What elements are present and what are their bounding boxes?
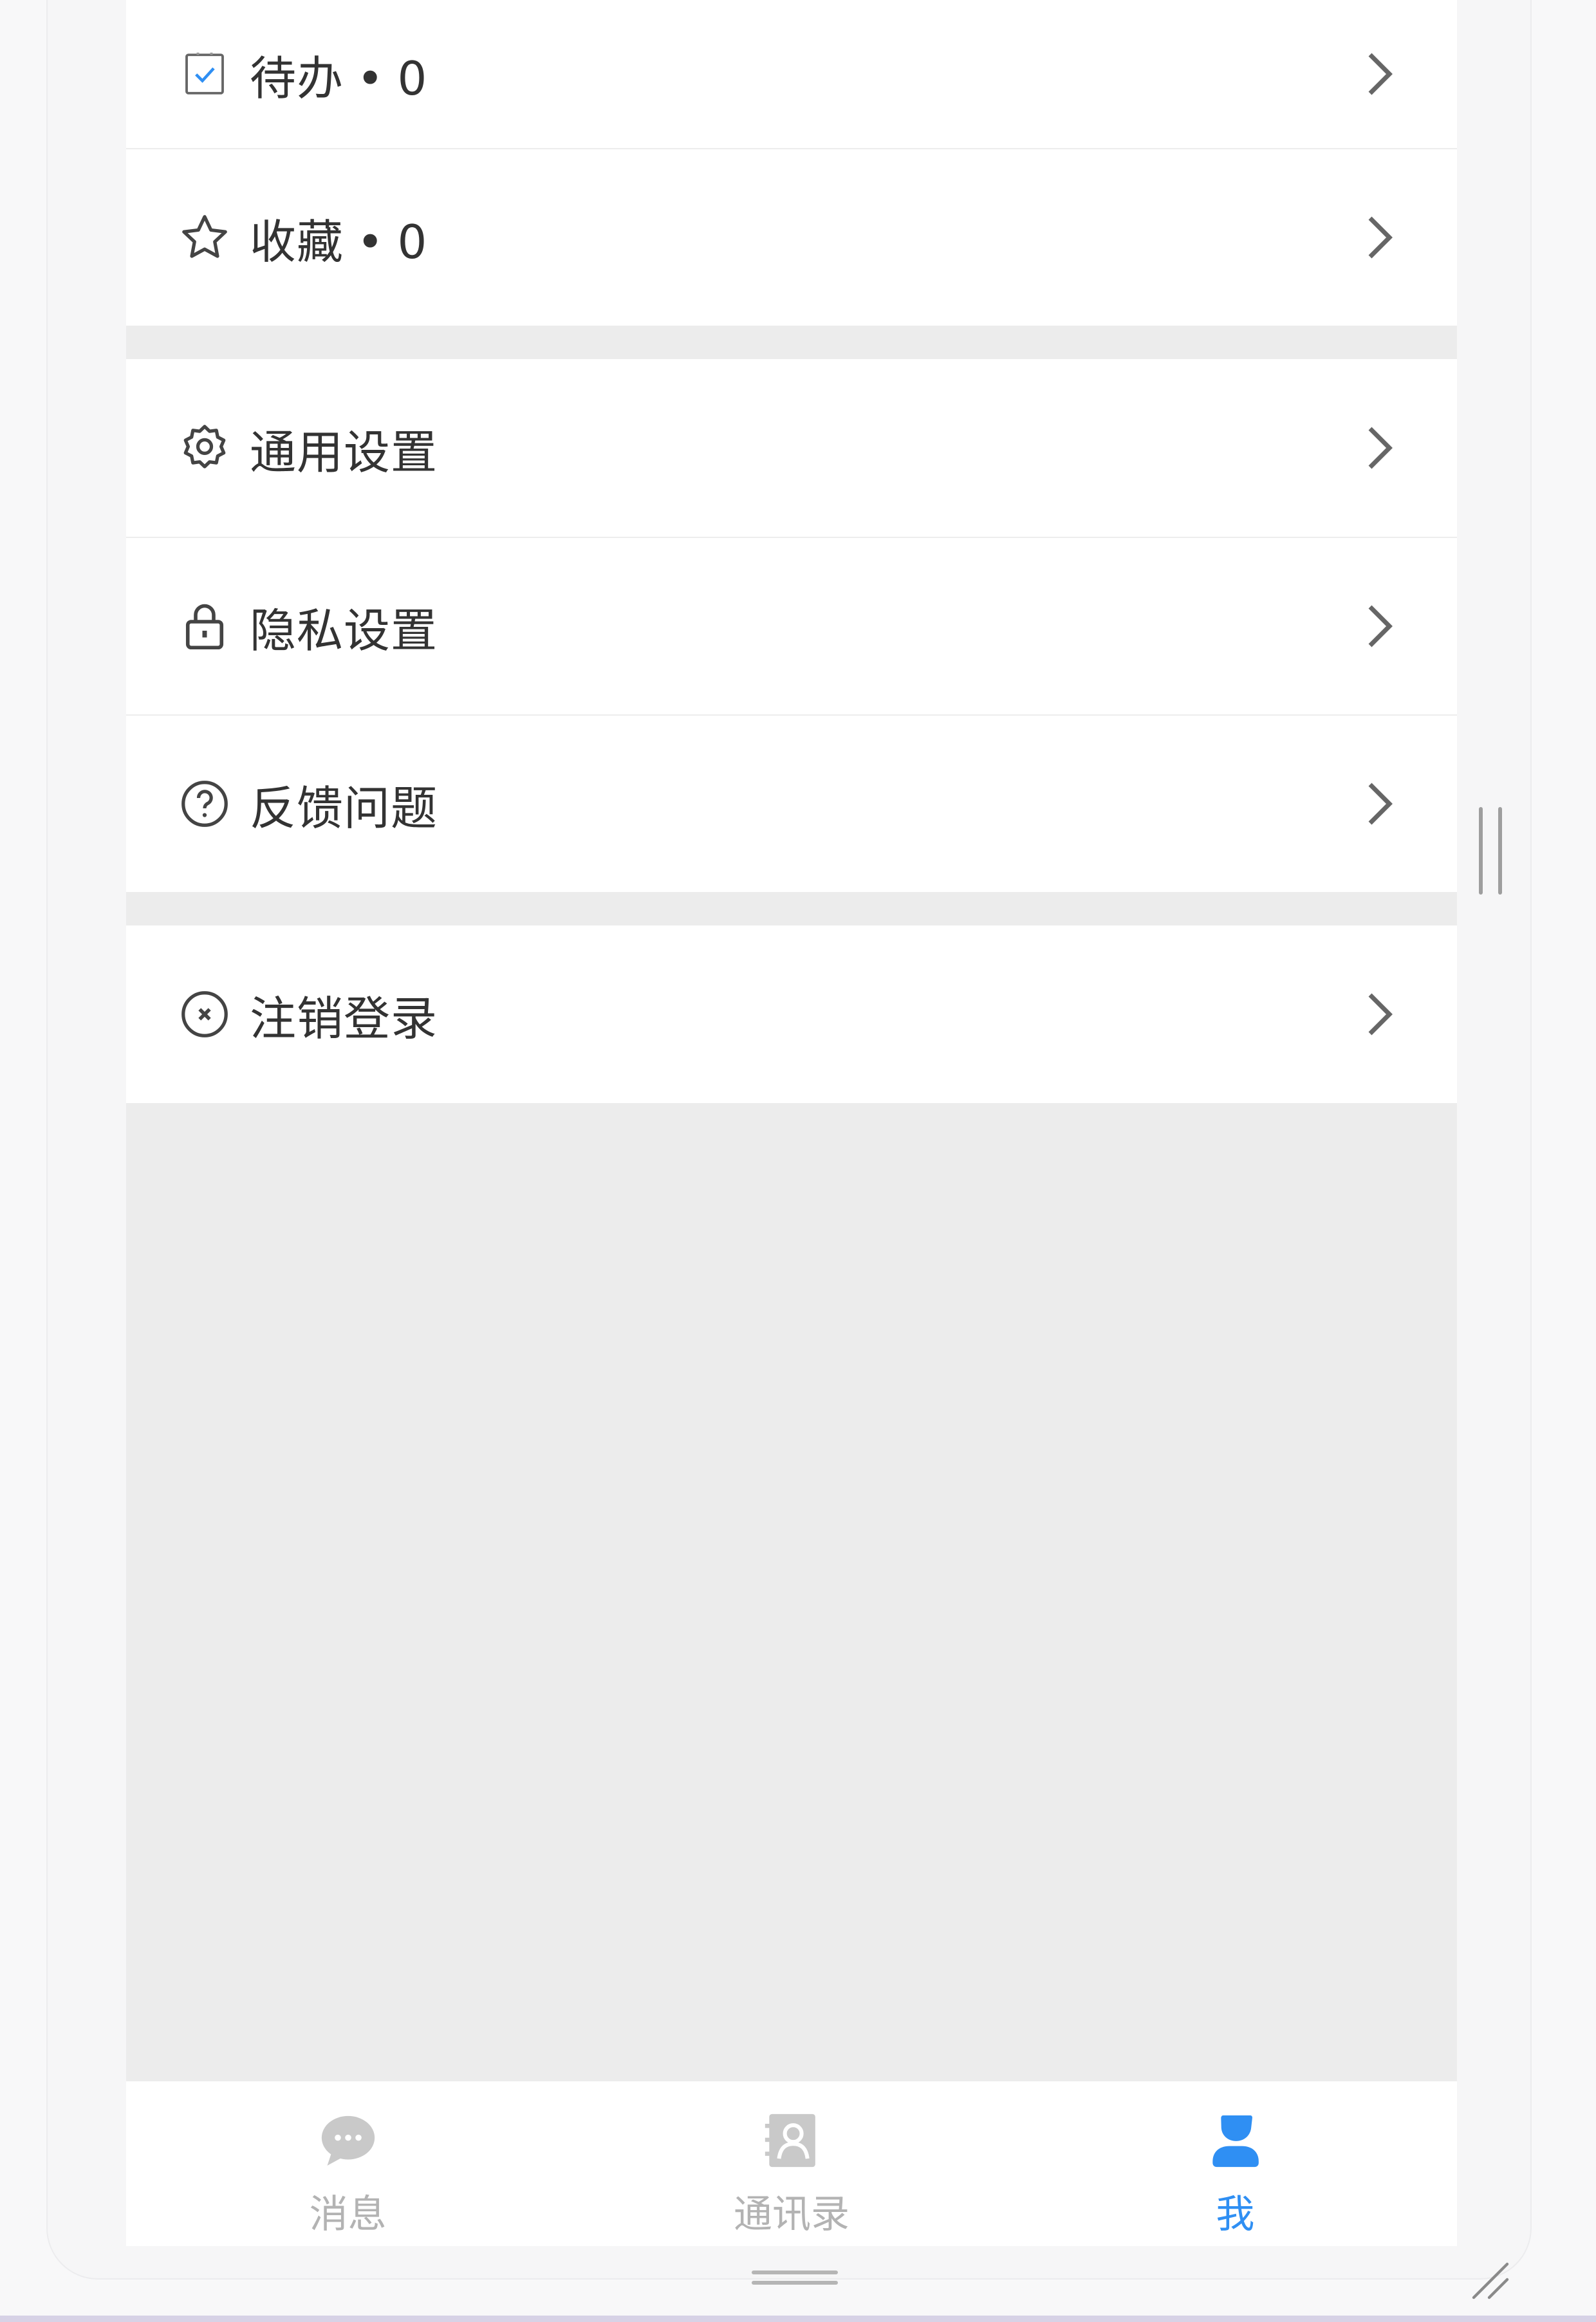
menu-item-todo[interactable]: 待办 • 0 <box>126 0 1457 148</box>
side-resize-grip[interactable] <box>1479 807 1502 895</box>
menu-item-label: 收藏 • 0 <box>250 214 428 269</box>
bottom-drag-handle[interactable] <box>752 2271 838 2285</box>
menu-item-label: 注销登录 <box>250 991 438 1046</box>
menu-item-label: 通用设置 <box>250 425 438 479</box>
bottom-tab-bar: 消息 通讯录 我 <box>126 2081 1457 2246</box>
tab-label: 通讯录 <box>733 2192 849 2237</box>
menu-item-logout[interactable]: 注销登录 <box>126 925 1457 1103</box>
contacts-book-icon <box>758 2107 825 2174</box>
resize-corner-icon[interactable] <box>1469 2259 1510 2300</box>
gear-icon <box>178 421 232 475</box>
menu-group-activity: 待办 • 0 收藏 • 0 <box>126 0 1457 326</box>
tab-messages[interactable]: 消息 <box>126 2081 570 2246</box>
phone-viewport: 待办 • 0 收藏 • 0 通用设置 隐私设置 反馈问题 注销登录 <box>126 0 1457 2246</box>
chat-bubble-icon <box>315 2107 382 2174</box>
app-window: 待办 • 0 收藏 • 0 通用设置 隐私设置 反馈问题 注销登录 消息 通讯录… <box>0 0 1596 2322</box>
tab-label: 我 <box>1216 2192 1255 2237</box>
group-divider <box>126 892 1457 925</box>
tab-me[interactable]: 我 <box>1014 2081 1457 2246</box>
menu-item-label: 隐私设置 <box>250 603 438 658</box>
menu-item-feedback[interactable]: 反馈问题 <box>126 714 1457 892</box>
chevron-right-icon <box>1360 605 1399 647</box>
menu-item-label: 待办 • 0 <box>250 51 428 106</box>
menu-group-settings: 通用设置 隐私设置 反馈问题 <box>126 359 1457 892</box>
chevron-right-icon <box>1360 993 1399 1036</box>
window-bottom-edge <box>0 2316 1596 2322</box>
chevron-right-icon <box>1360 53 1399 95</box>
star-icon <box>178 210 232 265</box>
close-circle-icon <box>178 987 232 1041</box>
menu-item-general-settings[interactable]: 通用设置 <box>126 359 1457 537</box>
lock-icon <box>178 599 232 653</box>
chevron-right-icon <box>1360 783 1399 825</box>
group-divider <box>126 326 1457 359</box>
menu-item-favorites[interactable]: 收藏 • 0 <box>126 148 1457 326</box>
menu-group-account: 注销登录 <box>126 925 1457 1103</box>
menu-item-label: 反馈问题 <box>250 781 438 835</box>
tab-contacts[interactable]: 通讯录 <box>570 2081 1013 2246</box>
tab-label: 消息 <box>309 2192 387 2237</box>
question-circle-icon <box>178 777 232 831</box>
todo-checkbox-icon <box>178 47 232 101</box>
chevron-right-icon <box>1360 427 1399 469</box>
menu-item-privacy-settings[interactable]: 隐私设置 <box>126 537 1457 714</box>
person-icon <box>1202 2107 1268 2174</box>
chevron-right-icon <box>1360 216 1399 259</box>
